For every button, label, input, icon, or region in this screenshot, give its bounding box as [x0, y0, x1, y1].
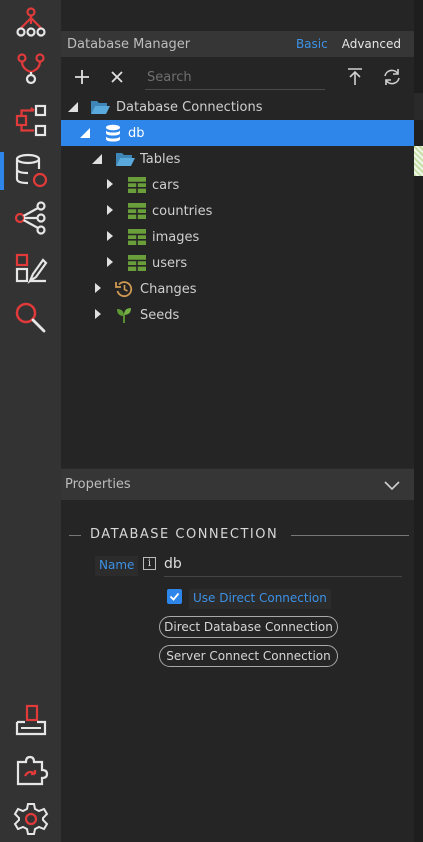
tree-label: images: [152, 229, 200, 245]
export-icon: [15, 704, 46, 736]
panel-title: Database Manager: [67, 36, 191, 52]
divider: [291, 535, 409, 536]
merge-icon: [16, 53, 45, 85]
tree-label: Seeds: [140, 307, 180, 323]
database-icon: [15, 153, 47, 188]
collapsed-triangle-icon[interactable]: [105, 205, 115, 215]
design-edit-icon: [15, 253, 47, 284]
checkmark-icon: [169, 592, 180, 601]
server-connect-connection-button[interactable]: Server Connect Connection: [159, 645, 338, 667]
plugin-icon: [16, 755, 48, 786]
chevron-down-icon[interactable]: [382, 478, 402, 492]
table-icon: [128, 177, 146, 193]
table-icon: [128, 229, 146, 245]
mode-basic-tab[interactable]: Basic: [296, 37, 328, 51]
properties-title: Properties: [65, 477, 131, 492]
close-icon[interactable]: [106, 66, 128, 88]
database-icon: [106, 124, 120, 142]
tree-item-table[interactable]: images: [61, 224, 414, 250]
history-icon: [115, 281, 133, 298]
sprout-icon: [117, 308, 131, 323]
info-icon[interactable]: i: [143, 557, 156, 570]
search-input[interactable]: [145, 66, 325, 90]
rail-plugin-button[interactable]: [0, 748, 61, 792]
settings-icon: [13, 803, 48, 835]
rail-design-button[interactable]: [0, 246, 61, 290]
expanded-triangle-icon[interactable]: [92, 154, 102, 164]
tree-label: Tables: [140, 151, 181, 167]
rail-share-button[interactable]: [0, 196, 61, 240]
activity-rail: [0, 0, 61, 842]
share-icon: [14, 201, 46, 235]
section-header: DATABASE CONNECTION: [69, 524, 409, 546]
refresh-icon[interactable]: [381, 66, 403, 88]
adjacent-panel-pattern: [414, 146, 423, 176]
collapsed-triangle-icon[interactable]: [93, 283, 103, 293]
rail-search-button[interactable]: [0, 296, 61, 340]
tree-item-table[interactable]: cars: [61, 172, 414, 198]
rail-workflow-button[interactable]: [0, 98, 61, 142]
tree-item-db[interactable]: db: [61, 120, 414, 146]
tree-item-seeds[interactable]: Seeds: [61, 302, 414, 328]
database-manager-panel: Database Manager Basic Advanced Database…: [61, 0, 414, 842]
tree-label: Changes: [140, 281, 197, 297]
table-icon: [128, 255, 146, 271]
workflow-icon: [15, 104, 46, 137]
rail-database-button[interactable]: [0, 148, 61, 192]
folder-open-icon: [91, 101, 110, 114]
collapsed-triangle-icon[interactable]: [105, 231, 115, 241]
panel-header: Database Manager Basic Advanced: [61, 31, 414, 57]
properties-header[interactable]: Properties: [61, 468, 414, 500]
section-title: DATABASE CONNECTION: [90, 527, 279, 542]
tree-item-tables[interactable]: Tables: [61, 146, 414, 172]
tree-item-table[interactable]: users: [61, 250, 414, 276]
collapse-all-icon[interactable]: [344, 66, 366, 88]
use-direct-connection-checkbox[interactable]: [167, 589, 182, 604]
tree-label: cars: [152, 177, 180, 193]
search-icon: [15, 302, 45, 333]
divider: [69, 535, 81, 536]
hierarchy-icon: [15, 7, 46, 37]
tree-item-table[interactable]: countries: [61, 198, 414, 224]
tree-item-database-connections[interactable]: Database Connections: [61, 94, 414, 120]
adjacent-panel-row: [414, 120, 423, 146]
tree-label: db: [128, 125, 145, 141]
rail-settings-button[interactable]: [0, 797, 61, 841]
mode-advanced-tab[interactable]: Advanced: [342, 37, 401, 51]
direct-database-connection-button[interactable]: Direct Database Connection: [159, 616, 338, 638]
tree-toolbar: [61, 62, 414, 92]
tree-label: users: [152, 255, 188, 271]
add-icon[interactable]: [71, 66, 93, 88]
rail-export-button[interactable]: [0, 698, 61, 742]
expanded-triangle-icon[interactable]: [68, 102, 78, 112]
tree-label: countries: [152, 203, 213, 219]
table-icon: [128, 203, 146, 219]
folder-open-icon: [116, 153, 135, 166]
rail-merge-button[interactable]: [0, 47, 61, 91]
name-label: Name: [95, 556, 139, 576]
collapsed-triangle-icon[interactable]: [93, 309, 103, 319]
tree-label: Database Connections: [116, 99, 263, 115]
collapsed-triangle-icon[interactable]: [105, 179, 115, 189]
use-direct-connection-label[interactable]: Use Direct Connection: [189, 589, 331, 609]
name-field[interactable]: db: [164, 556, 402, 577]
collapsed-triangle-icon[interactable]: [105, 257, 115, 267]
rail-hierarchy-button[interactable]: [0, 0, 61, 44]
expanded-triangle-icon[interactable]: [80, 128, 90, 138]
tree-item-changes[interactable]: Changes: [61, 276, 414, 302]
